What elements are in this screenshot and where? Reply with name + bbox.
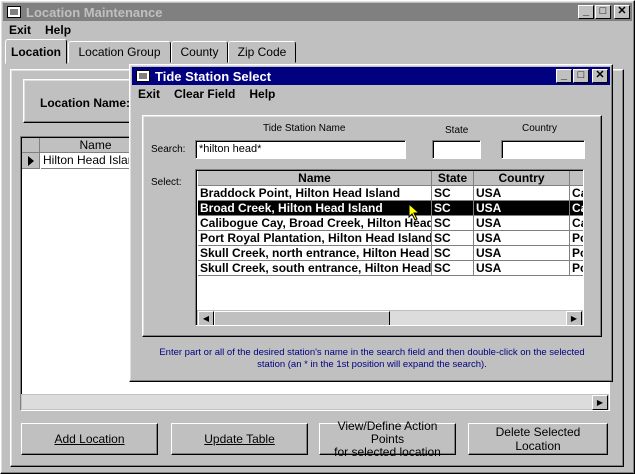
station-state: SC xyxy=(432,261,474,276)
station-country: USA xyxy=(474,186,570,201)
location-name-group: Location Name: xyxy=(23,79,133,123)
station-extra: Po xyxy=(570,231,583,246)
tab-location[interactable]: Location xyxy=(5,39,67,64)
station-row[interactable]: Calibogue Cay, Broad Creek, Hilton Head … xyxy=(197,216,583,231)
station-country: USA xyxy=(474,246,570,261)
menu-clear-field[interactable]: Clear Field xyxy=(174,87,235,101)
station-state: SC xyxy=(432,201,474,216)
station-extra: Po xyxy=(570,261,583,276)
grid-header-name[interactable]: Name xyxy=(198,171,432,186)
station-extra: Ca xyxy=(570,201,583,216)
main-titlebar: Location Maintenance _ □ ✕ xyxy=(3,3,632,21)
delete-location-button[interactable]: Delete Selected Location xyxy=(468,423,608,455)
row-pointer-icon xyxy=(22,153,40,169)
mouse-cursor-icon xyxy=(408,203,421,221)
tab-location-group[interactable]: Location Group xyxy=(68,41,171,63)
tide-station-dialog: Tide Station Select _ □ ✕ Exit Clear Fie… xyxy=(129,64,613,382)
window-icon xyxy=(136,70,150,82)
station-row[interactable]: Port Royal Plantation, Hilton Head Islan… xyxy=(197,231,583,246)
dialog-menubar: Exit Clear Field Help xyxy=(138,87,275,101)
main-menubar: Exit Help xyxy=(9,23,71,37)
station-extra: Ca xyxy=(570,216,583,231)
tab-zip-code[interactable]: Zip Code xyxy=(228,41,296,63)
dialog-titlebar: Tide Station Select _ □ ✕ xyxy=(132,67,610,85)
col-label-country: Country xyxy=(522,123,558,134)
station-row[interactable]: Braddock Point, Hilton Head Island SC US… xyxy=(197,186,583,201)
station-name: Skull Creek, north entrance, Hilton Head xyxy=(198,246,432,261)
station-country: USA xyxy=(474,231,570,246)
station-extra: Ca xyxy=(570,186,583,201)
maximize-icon[interactable]: □ xyxy=(595,5,611,19)
station-state: SC xyxy=(432,246,474,261)
grid-header-state[interactable]: State xyxy=(432,171,474,186)
country-input[interactable] xyxy=(501,140,585,159)
close-icon[interactable]: ✕ xyxy=(592,69,608,83)
station-name: Calibogue Cay, Broad Creek, Hilton Head xyxy=(198,216,432,231)
grid-header-extra[interactable] xyxy=(570,171,583,186)
col-label-name: Tide Station Name xyxy=(263,123,346,134)
maximize-icon[interactable]: □ xyxy=(573,69,589,83)
station-grid[interactable]: Name State Country Braddock Point, Hilto… xyxy=(195,169,584,326)
instructions-line2: station (an * in the 1st position will e… xyxy=(257,359,487,370)
update-table-button[interactable]: Update Table xyxy=(171,423,308,455)
search-input[interactable]: *hilton head* xyxy=(195,140,406,159)
state-input[interactable] xyxy=(432,140,481,159)
scroll-left-icon[interactable]: ◀ xyxy=(198,311,214,325)
select-label: Select: xyxy=(151,177,182,188)
minimize-icon[interactable]: _ xyxy=(578,5,594,19)
station-row-selected[interactable]: Broad Creek, Hilton Head Island SC USA C… xyxy=(197,201,583,216)
station-name: Braddock Point, Hilton Head Island xyxy=(198,186,432,201)
station-country: USA xyxy=(474,216,570,231)
menu-exit[interactable]: Exit xyxy=(138,87,160,101)
station-extra: Po xyxy=(570,246,583,261)
scroll-right-icon[interactable]: ▶ xyxy=(566,311,582,325)
station-country: USA xyxy=(474,201,570,216)
station-row[interactable]: Skull Creek, south entrance, Hilton Head… xyxy=(197,261,583,276)
scroll-right-icon[interactable]: ▶ xyxy=(592,395,608,410)
station-state: SC xyxy=(432,231,474,246)
station-name: Port Royal Plantation, Hilton Head Islan… xyxy=(198,231,432,246)
location-grid-hscroll[interactable]: ▶ xyxy=(21,394,609,410)
grid-corner xyxy=(22,138,40,153)
station-country: USA xyxy=(474,261,570,276)
view-define-action-points-button[interactable]: View/Define Action Points for selected l… xyxy=(319,418,456,458)
station-state: SC xyxy=(432,216,474,231)
window-icon xyxy=(7,6,21,18)
view-define-line2: for selected location xyxy=(334,444,441,459)
station-name: Broad Creek, Hilton Head Island xyxy=(198,201,432,216)
station-row[interactable]: Skull Creek, north entrance, Hilton Head… xyxy=(197,246,583,261)
update-table-label: Update Table xyxy=(204,432,275,446)
scroll-thumb[interactable] xyxy=(214,311,390,325)
add-location-label: Add Location xyxy=(54,432,125,446)
col-label-state: State xyxy=(445,125,469,136)
minimize-icon[interactable]: _ xyxy=(556,69,572,83)
delete-location-label: Delete Selected Location xyxy=(495,425,581,453)
close-icon[interactable]: ✕ xyxy=(614,5,630,19)
station-name: Skull Creek, south entrance, Hilton Head xyxy=(198,261,432,276)
grid-header-country[interactable]: Country xyxy=(474,171,570,186)
station-grid-hscroll[interactable]: ◀ ▶ xyxy=(197,310,583,325)
dialog-title: Tide Station Select xyxy=(155,68,272,84)
view-define-line1: View/Define Action Points xyxy=(337,418,438,446)
instructions-text: Enter part or all of the desired station… xyxy=(134,347,610,371)
main-title: Location Maintenance xyxy=(26,4,163,20)
add-location-button[interactable]: Add Location xyxy=(21,423,158,455)
station-state: SC xyxy=(432,186,474,201)
tab-county[interactable]: County xyxy=(171,41,228,63)
menu-exit[interactable]: Exit xyxy=(9,23,31,37)
instructions-line1: Enter part or all of the desired station… xyxy=(159,347,585,358)
menu-help[interactable]: Help xyxy=(45,23,71,37)
search-label: Search: xyxy=(151,144,186,155)
menu-help[interactable]: Help xyxy=(249,87,275,101)
location-name-label: Location Name: xyxy=(40,96,131,110)
